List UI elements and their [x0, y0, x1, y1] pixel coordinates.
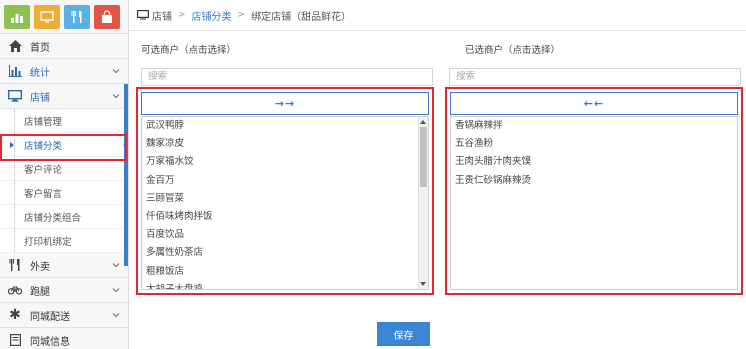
- breadcrumb-separator: >: [237, 10, 246, 20]
- chevron-down-icon: [112, 94, 120, 99]
- sidebar-item-label: 同城配送: [30, 311, 70, 323]
- list-item[interactable]: 魏家凉皮: [142, 135, 428, 153]
- shortcut-tile-shop[interactable]: [94, 5, 120, 29]
- shortcut-tile-takeout[interactable]: [64, 5, 90, 29]
- sidebar-subitem-printer-binding[interactable]: 打印机绑定: [0, 229, 128, 253]
- monitor-icon: [137, 10, 149, 20]
- bar-chart-icon: [8, 64, 22, 78]
- sidebar-item-label: 跑腿: [30, 286, 50, 298]
- available-merchants-list[interactable]: 武汉鸭脖 魏家凉皮 万家福水饺 金百万 三顾冒菜 仟佰味烤肉拌饭 百度饮品 多属…: [141, 116, 429, 290]
- scrollbar-thumb[interactable]: [420, 127, 427, 187]
- sidebar: 首页 统计 店铺 店铺管理 店铺分类 客户评论 客户留言 店铺分类组合 打印机绑…: [0, 0, 129, 349]
- sidebar-subitem-label: 客户留言: [24, 188, 63, 200]
- document-icon: [8, 333, 22, 347]
- main-content: 店铺 > 店铺分类 > 绑定店铺（甜品鲜花） 可选商户（点击选择） 搜索 →→ …: [129, 0, 746, 349]
- list-item[interactable]: 仟佰味烤肉拌饭: [142, 208, 428, 226]
- scroll-down-icon[interactable]: [420, 282, 426, 286]
- fork-knife-icon: [8, 258, 22, 272]
- selected-merchants-title: 已选商户（点击选择）: [465, 45, 561, 56]
- selected-merchants-panel: ←← 香锅麻辣拌 五谷渔粉 王肉头腊汁肉夹馍 王贵仁砂锅麻辣烫: [445, 87, 743, 295]
- sidebar-item-label: 统计: [30, 67, 50, 79]
- bicycle-icon: [8, 283, 22, 297]
- sidebar-active-indicator: [124, 84, 128, 266]
- highlight-box-sidebar: [0, 134, 127, 161]
- list-item[interactable]: 王贵仁砂锅麻辣烫: [451, 172, 737, 190]
- list-item[interactable]: 粗粮饭店: [142, 263, 428, 281]
- list-item[interactable]: 三顾冒菜: [142, 190, 428, 208]
- sidebar-subitem-store-manage[interactable]: 店铺管理: [0, 109, 128, 133]
- list-scrollbar[interactable]: [418, 117, 428, 289]
- list-item[interactable]: 金百万: [142, 172, 428, 190]
- available-search-input[interactable]: 搜索: [141, 68, 433, 86]
- home-icon: [8, 39, 22, 53]
- breadcrumb: 店铺 > 店铺分类 > 绑定店铺（甜品鲜花）: [129, 0, 746, 31]
- shortcut-tile-stats[interactable]: [4, 5, 30, 29]
- list-item[interactable]: 五谷渔粉: [451, 135, 737, 153]
- save-button[interactable]: 保存: [377, 322, 430, 346]
- available-merchants-panel: →→ 武汉鸭脖 魏家凉皮 万家福水饺 金百万 三顾冒菜 仟佰味烤肉拌饭 百度饮品…: [136, 87, 434, 295]
- sidebar-shortcut-tiles: [0, 0, 128, 34]
- list-item[interactable]: 百度饮品: [142, 226, 428, 244]
- chevron-down-icon: [112, 69, 120, 74]
- monitor-icon: [40, 11, 54, 23]
- sidebar-subitem-category-combo[interactable]: 店铺分类组合: [0, 205, 128, 229]
- breadcrumb-current: 绑定店铺（甜品鲜花）: [251, 11, 352, 23]
- scroll-up-icon[interactable]: [420, 120, 426, 124]
- sidebar-item-label: 店铺: [30, 92, 50, 104]
- sidebar-subitem-label: 打印机绑定: [24, 236, 72, 248]
- breadcrumb-root[interactable]: 店铺: [152, 8, 172, 23]
- list-item[interactable]: 万家福水饺: [142, 153, 428, 171]
- sidebar-item-label: 外卖: [30, 261, 50, 273]
- fork-knife-icon: [71, 11, 82, 23]
- list-item[interactable]: 王肉头腊汁肉夹馍: [451, 153, 737, 171]
- sidebar-subitem-messages[interactable]: 客户留言: [0, 181, 128, 205]
- sidebar-item-local-delivery[interactable]: ✱ 同城配送: [0, 303, 128, 328]
- list-item[interactable]: 太胡子大盘鸡: [142, 281, 428, 289]
- list-item[interactable]: 多属性奶茶店: [142, 244, 428, 262]
- available-merchants-title: 可选商户（点击选择）: [141, 45, 237, 56]
- breadcrumb-separator: >: [178, 10, 186, 20]
- chevron-down-icon: [112, 313, 120, 318]
- chevron-down-icon: [112, 263, 120, 268]
- asterisk-icon: ✱: [9, 307, 21, 323]
- sidebar-item-local-info[interactable]: 同城信息: [0, 328, 128, 349]
- sidebar-subitem-label: 店铺分类组合: [24, 212, 82, 224]
- sidebar-item-takeout[interactable]: 外卖: [0, 253, 128, 278]
- list-item[interactable]: 武汉鸭脖: [142, 117, 428, 135]
- move-right-button[interactable]: →→: [141, 92, 429, 115]
- sidebar-subitem-label: 客户评论: [24, 164, 63, 176]
- breadcrumb-section[interactable]: 店铺分类: [192, 8, 232, 23]
- sidebar-item-label: 首页: [30, 42, 50, 54]
- bar-chart-icon: [11, 14, 23, 23]
- shortcut-tile-store[interactable]: [34, 5, 60, 29]
- selected-search-input[interactable]: 搜索: [449, 68, 741, 86]
- monitor-icon: [8, 89, 22, 103]
- sidebar-item-errand[interactable]: 跑腿: [0, 278, 128, 303]
- shopping-bag-icon: [102, 10, 112, 23]
- sidebar-subitem-label: 店铺管理: [24, 116, 63, 128]
- move-left-button[interactable]: ←←: [450, 92, 738, 115]
- list-item[interactable]: 香锅麻辣拌: [451, 117, 737, 135]
- chevron-down-icon: [112, 288, 120, 293]
- sidebar-item-stats[interactable]: 统计: [0, 59, 128, 84]
- sidebar-item-store[interactable]: 店铺: [0, 84, 128, 109]
- sidebar-item-label: 同城信息: [30, 336, 70, 348]
- selected-merchants-list[interactable]: 香锅麻辣拌 五谷渔粉 王肉头腊汁肉夹馍 王贵仁砂锅麻辣烫: [450, 116, 738, 290]
- sidebar-item-home[interactable]: 首页: [0, 34, 128, 59]
